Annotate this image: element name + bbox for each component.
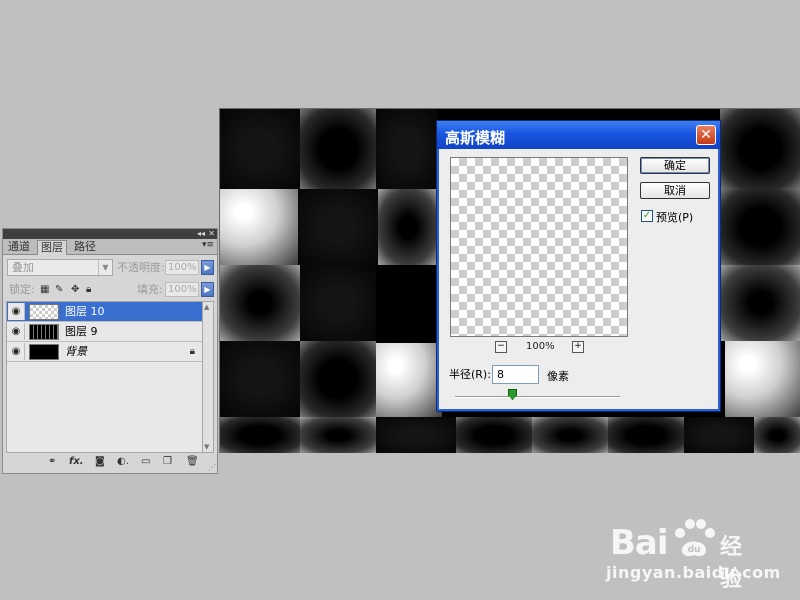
fill-label: 填充: (137, 283, 163, 296)
radius-unit: 像素 (547, 370, 569, 383)
opacity-label: 不透明度: (117, 261, 165, 274)
canvas-tile (720, 109, 800, 189)
opacity-field[interactable]: 100% (165, 260, 199, 275)
canvas-tile (298, 189, 378, 265)
group-icon[interactable]: ▭ (141, 456, 150, 468)
canvas-tile (376, 343, 442, 417)
zoom-level: 100% (526, 341, 555, 352)
canvas-tile (300, 341, 376, 417)
lock-transparency-icon[interactable]: ▦ (40, 284, 49, 296)
canvas-tile (376, 109, 438, 189)
close-icon[interactable]: ✕ (208, 229, 215, 239)
tab-layers[interactable]: 图层 (37, 240, 67, 255)
layer-name: 背景 (65, 345, 87, 358)
canvas-tile (220, 417, 300, 453)
fill-arrow-icon[interactable]: ▶ (201, 282, 214, 297)
chevron-down-icon: ▼ (98, 260, 112, 275)
fill-field[interactable]: 100% (165, 282, 199, 297)
canvas-tile (220, 265, 300, 341)
close-button[interactable]: ✕ (696, 125, 716, 145)
canvas-tile (720, 189, 800, 265)
baidu-jingyan-watermark: Bai du 经验 jingyan.baidu.com (606, 515, 780, 592)
eye-icon[interactable]: ◉ (8, 303, 25, 320)
canvas-tile (532, 417, 608, 453)
watermark-brand: Bai (610, 523, 669, 563)
lock-paint-icon[interactable]: ✎ (55, 284, 63, 296)
preview-checkbox[interactable]: ✓ (641, 210, 653, 222)
eye-icon[interactable]: ◉ (8, 323, 25, 340)
fx-icon[interactable]: fx. (69, 456, 84, 468)
svg-text:du: du (688, 545, 701, 555)
zoom-in-button[interactable]: + (572, 341, 584, 353)
lock-label: 锁定: (9, 283, 35, 296)
radius-slider-track[interactable] (455, 396, 620, 398)
new-layer-icon[interactable]: ❐ (163, 456, 172, 468)
paw-icon: du (675, 519, 715, 557)
layer-name: 图层 10 (65, 305, 105, 318)
opacity-arrow-icon[interactable]: ▶ (201, 260, 214, 275)
cancel-button[interactable]: 取消 (640, 182, 710, 199)
panel-bottom-bar: ⚭ fx. ◙ ◐. ▭ ❐ 🗑︎ (3, 453, 217, 473)
scroll-up-icon[interactable]: ▲ (204, 303, 209, 311)
canvas-tile (608, 417, 684, 453)
radius-slider-thumb[interactable] (508, 389, 517, 400)
eye-icon[interactable]: ◉ (8, 343, 25, 360)
resize-grip-icon[interactable]: ⋰ (208, 463, 216, 472)
watermark-url: jingyan.baidu.com (606, 563, 781, 582)
zoom-out-button[interactable]: − (495, 341, 507, 353)
canvas-tile (720, 265, 800, 341)
canvas-tile (378, 189, 438, 265)
layer-list: ◉ 图层 10 ◉ 图层 9 ◉ 背景 🔒︎ (6, 301, 204, 453)
lock-icon: 🔒︎ (189, 346, 195, 357)
canvas-tile (300, 265, 376, 341)
preview-area[interactable] (450, 157, 628, 337)
lock-position-icon[interactable]: ✥ (71, 284, 79, 296)
blend-mode-value: 叠加 (12, 261, 34, 274)
canvas-tile (456, 417, 532, 453)
panel-menu-icon[interactable]: ▾≡ (202, 240, 214, 250)
adjustment-icon[interactable]: ◐. (117, 456, 129, 468)
scroll-down-icon[interactable]: ▼ (204, 443, 209, 451)
canvas-tile (684, 417, 754, 453)
collapse-icon[interactable]: ◂◂ (197, 229, 205, 239)
preview-label[interactable]: 预览(P) (656, 209, 693, 225)
layer-thumbnail (29, 304, 59, 320)
layer-row-layer-10[interactable]: ◉ 图层 10 (7, 302, 203, 322)
canvas-tile (300, 417, 376, 453)
canvas-tile (220, 109, 300, 189)
tab-paths[interactable]: 路径 (71, 240, 99, 255)
radius-input[interactable] (492, 365, 539, 384)
canvas-tile (725, 341, 800, 417)
layer-name: 图层 9 (65, 325, 98, 338)
panel-tabs: 通道 图层 路径 ▾≡ (3, 239, 217, 255)
watermark-brand-suffix: 经验 (720, 535, 743, 592)
link-icon[interactable]: ⚭ (48, 456, 56, 468)
blend-mode-select[interactable]: 叠加 ▼ (7, 259, 113, 276)
layer-row-background[interactable]: ◉ 背景 🔒︎ (7, 342, 203, 362)
layer-thumbnail (29, 324, 59, 340)
radius-label: 半径(R): (449, 368, 491, 381)
canvas-tile (220, 189, 298, 265)
canvas-tile (376, 417, 456, 453)
dialog-title[interactable]: 高斯模糊 (437, 121, 720, 149)
layer-thumbnail (29, 344, 59, 360)
lock-all-icon[interactable]: 🔒︎ (86, 284, 91, 296)
canvas-tile (754, 417, 800, 453)
canvas-tile (300, 109, 376, 189)
mask-icon[interactable]: ◙ (95, 456, 105, 468)
tab-channels[interactable]: 通道 (5, 240, 33, 255)
panel-titlebar[interactable]: ◂◂ ✕ (3, 229, 217, 239)
canvas-tile (220, 341, 300, 417)
layer-row-layer-9[interactable]: ◉ 图层 9 (7, 322, 203, 342)
layers-panel: ◂◂ ✕ 通道 图层 路径 ▾≡ 叠加 ▼ 不透明度: 100% ▶ 锁定: ▦… (2, 228, 218, 474)
trash-icon[interactable]: 🗑︎ (186, 456, 199, 468)
layer-list-scrollbar[interactable]: ▲ ▼ (202, 301, 214, 453)
gaussian-blur-dialog: 高斯模糊 ✕ − 100% + 确定 取消 ✓ 预览(P) 半径(R): 像素 (436, 120, 721, 412)
ok-button[interactable]: 确定 (640, 157, 710, 174)
